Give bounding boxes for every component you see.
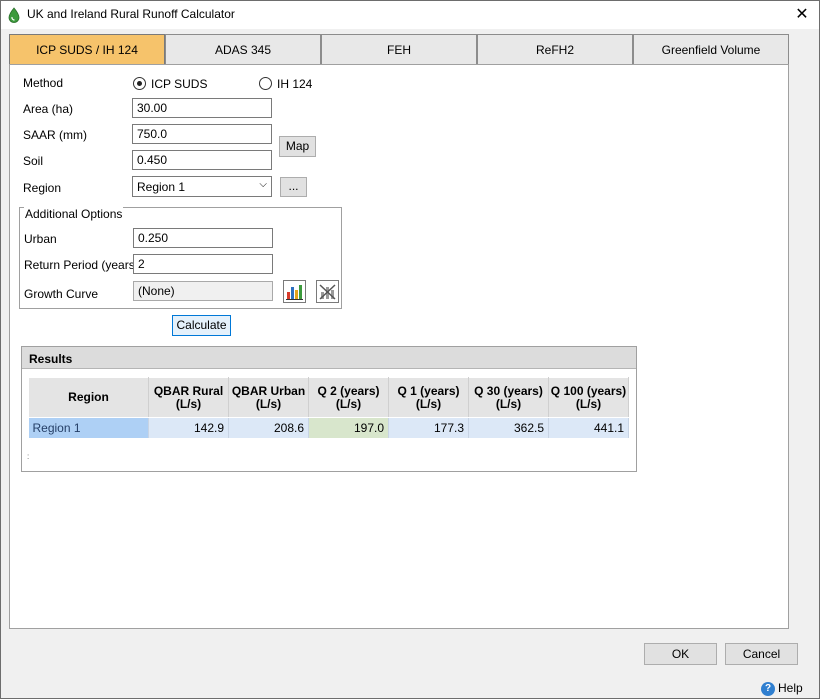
ok-button[interactable]: OK: [644, 643, 717, 665]
dialog-window: UK and Ireland Rural Runoff Calculator ✕…: [0, 0, 820, 699]
tab-refh2[interactable]: ReFH2: [477, 34, 633, 65]
column-header-qbar-urban[interactable]: QBAR Urban (L/s): [228, 377, 309, 418]
results-footnote: :: [27, 452, 30, 461]
help-link[interactable]: ? Help: [761, 681, 803, 696]
saar-field[interactable]: 750.0: [132, 124, 272, 144]
growth-curve-field: (None): [133, 281, 273, 301]
return-period-label: Return Period (years): [24, 258, 139, 272]
additional-options-group: Additional Options Urban 0.250 Return Pe…: [19, 207, 342, 309]
column-header-q30[interactable]: Q 30 (years) (L/s): [468, 377, 549, 418]
tab-icp-suds-ih124[interactable]: ICP SUDS / IH 124: [9, 34, 165, 65]
table-row[interactable]: Region 1 142.9 208.6 197.0 177.3 362.5 4…: [28, 417, 629, 438]
help-icon: ?: [761, 681, 775, 696]
cell-q30[interactable]: 362.5: [468, 417, 549, 438]
area-label: Area (ha): [23, 102, 74, 116]
window-title: UK and Ireland Rural Runoff Calculator: [27, 7, 235, 21]
column-header-qbar-rural[interactable]: QBAR Rural (L/s): [148, 377, 229, 418]
cell-qbar-urban[interactable]: 208.6: [228, 417, 309, 438]
cell-q1[interactable]: 177.3: [388, 417, 469, 438]
growth-curve-chart-button[interactable]: [283, 280, 306, 303]
saar-label: SAAR (mm): [23, 128, 87, 142]
results-header-row: Region QBAR Rural (L/s) QBAR Urban (L/s) Q…: [28, 377, 629, 418]
results-panel: Results Region QBAR Rural (L/s) QBAR Urba…: [21, 346, 637, 472]
cell-q2[interactable]: 197.0: [308, 417, 389, 438]
tab-greenfield-volume[interactable]: Greenfield Volume: [633, 34, 789, 65]
tab-feh[interactable]: FEH: [321, 34, 477, 65]
radio-icp-suds-label[interactable]: ICP SUDS: [151, 77, 207, 91]
area-field[interactable]: 30.00: [132, 98, 272, 118]
region-dropdown-value: Region 1: [137, 180, 186, 194]
region-label: Region: [23, 181, 62, 195]
soil-field[interactable]: 0.450: [132, 150, 272, 170]
tab-adas-345[interactable]: ADAS 345: [165, 34, 321, 65]
radio-ih-124[interactable]: [259, 77, 272, 90]
cell-qbar-rural[interactable]: 142.9: [148, 417, 229, 438]
results-title: Results: [22, 347, 636, 369]
results-table: Region QBAR Rural (L/s) QBAR Urban (L/s) Q…: [28, 377, 629, 438]
cell-region[interactable]: Region 1: [28, 417, 149, 438]
method-label: Method: [23, 76, 64, 90]
tab-panel: Method ICP SUDS IH 124 Area (ha) 30.00 S…: [9, 64, 789, 629]
additional-options-title: Additional Options: [24, 207, 124, 221]
column-header-q1[interactable]: Q 1 (years) (L/s): [388, 377, 469, 418]
calculate-button[interactable]: Calculate: [172, 315, 231, 336]
urban-field[interactable]: 0.250: [133, 228, 273, 248]
return-period-field[interactable]: 2: [133, 254, 273, 274]
chevron-down-icon: ⌵: [259, 179, 267, 190]
region-dropdown[interactable]: Region 1 ⌵: [132, 176, 272, 197]
title-bar: UK and Ireland Rural Runoff Calculator ✕: [1, 1, 819, 29]
radio-icp-suds[interactable]: [133, 77, 146, 90]
radio-ih-124-label[interactable]: IH 124: [277, 77, 312, 91]
bar-chart-icon: [286, 285, 303, 300]
help-label: Help: [778, 681, 803, 695]
growth-curve-clear-button[interactable]: [316, 280, 339, 303]
cell-q100[interactable]: 441.1: [548, 417, 629, 438]
column-header-region[interactable]: Region: [28, 377, 149, 418]
growth-curve-label: Growth Curve: [24, 287, 99, 301]
clear-chart-icon: [319, 284, 336, 300]
close-button[interactable]: ✕: [785, 1, 819, 29]
cancel-button[interactable]: Cancel: [725, 643, 798, 665]
column-header-q100[interactable]: Q 100 (years) (L/s): [548, 377, 629, 418]
map-button[interactable]: Map: [279, 136, 316, 157]
water-drop-icon: [7, 7, 21, 23]
tab-strip: ICP SUDS / IH 124 ADAS 345 FEH ReFH2 Gre…: [9, 34, 789, 65]
column-header-q2[interactable]: Q 2 (years) (L/s): [308, 377, 389, 418]
soil-label: Soil: [23, 154, 44, 168]
region-more-button[interactable]: ...: [280, 177, 307, 197]
urban-label: Urban: [24, 232, 57, 246]
